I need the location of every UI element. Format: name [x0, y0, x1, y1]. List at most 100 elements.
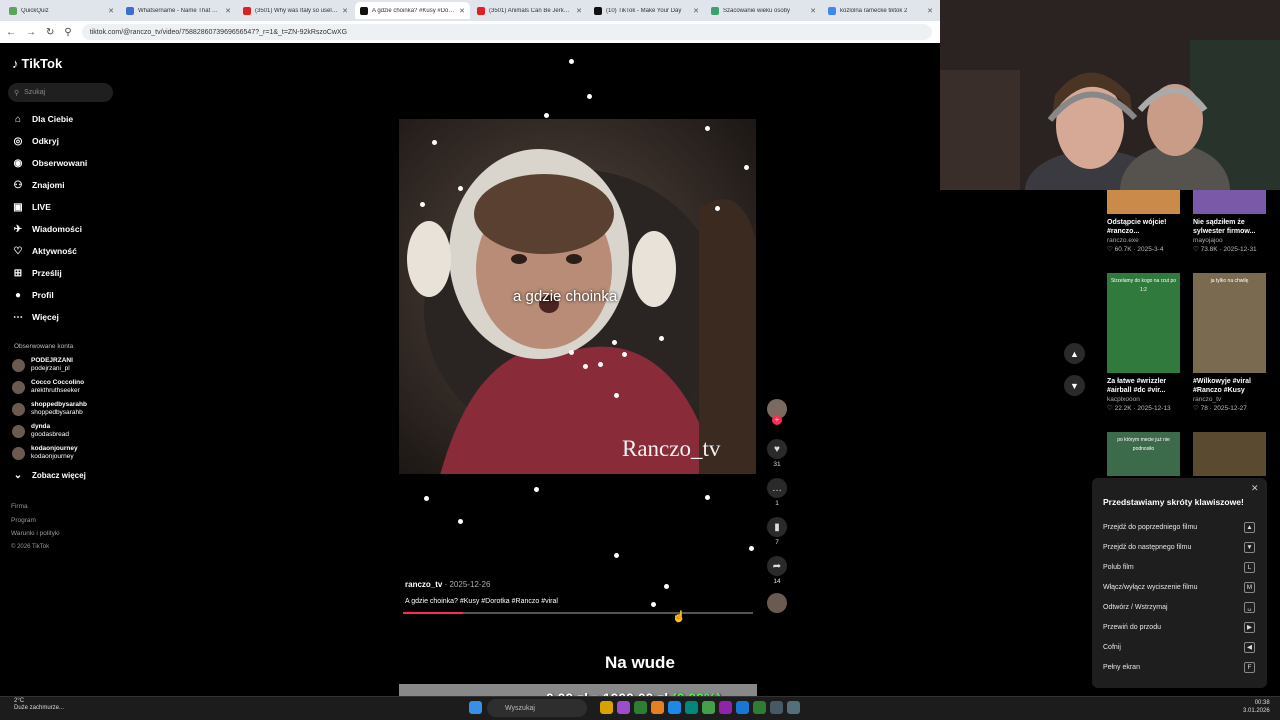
video-card[interactable]: Nie sądziłem że sylwester firmow... mayoj…	[1193, 190, 1266, 254]
sidebar-item-aktywność[interactable]: ♡ Aktywność	[12, 242, 77, 260]
browser-tab[interactable]: Szacowanie wieku osoby ✕	[706, 2, 821, 19]
previous-video-button[interactable]: ▲	[1064, 343, 1085, 364]
taskbar-app-icon[interactable]	[702, 701, 715, 714]
url-field[interactable]: tiktok.com/@ranczo_tv/video/758828607396…	[81, 24, 932, 40]
shortcut-label: Polub film	[1103, 563, 1134, 571]
taskbar-app-icon[interactable]	[668, 701, 681, 714]
sidebar-item-label: Prześlij	[32, 268, 62, 278]
sidebar-item-więcej[interactable]: ⋯ Więcej	[12, 308, 59, 326]
reload-icon[interactable]: ↻	[46, 27, 54, 38]
close-tab-icon[interactable]: ✕	[576, 7, 582, 15]
windows-start-icon[interactable]	[469, 701, 482, 714]
sidebar-item-live[interactable]: ▣ LIVE	[12, 198, 51, 216]
video-card[interactable]: Strzelamy do kogo na rzut po 1:2 Za łatwe…	[1107, 273, 1180, 413]
taskbar-app-icon[interactable]	[736, 701, 749, 714]
sidebar-item-znajomi[interactable]: ⚇ Znajomi	[12, 176, 65, 194]
forward-icon[interactable]: →	[26, 27, 36, 38]
video-progress-fill	[403, 612, 463, 614]
system-clock[interactable]: 00:38 3.01.2026	[1243, 699, 1270, 715]
taskbar-app-icon[interactable]	[651, 701, 664, 714]
footer-link[interactable]: Firma	[11, 503, 28, 510]
mouse-cursor-icon: ☝	[672, 611, 686, 623]
search-input[interactable]: ⚲ Szukaj	[8, 83, 113, 102]
followed-account[interactable]: dynda goodasbread	[12, 423, 69, 439]
followed-account[interactable]: kodaonjourney kodaonjourney	[12, 445, 78, 461]
browser-tab[interactable]: (3501) Why was Italy so useless ✕	[238, 2, 353, 19]
back-icon[interactable]: ←	[6, 27, 16, 38]
music-disc-button[interactable]	[766, 593, 788, 613]
site-info-icon[interactable]: ⚲	[64, 27, 71, 38]
close-icon[interactable]: ✕	[1251, 483, 1259, 494]
sidebar-item-prześlij[interactable]: ⊞ Prześlij	[12, 264, 62, 282]
next-video-button[interactable]: ▼	[1064, 375, 1085, 396]
like-button[interactable]: ♥ 31	[766, 439, 788, 468]
close-tab-icon[interactable]: ✕	[459, 7, 465, 15]
taskbar-app-icon[interactable]	[787, 701, 800, 714]
browser-tab[interactable]: kozlolna ramecke tiktok 2 ✕	[823, 2, 938, 19]
account-name: shoppedbysarahb	[31, 401, 87, 408]
share-button[interactable]: ➦ 14	[766, 556, 788, 585]
weather-widget[interactable]: 2°C Duże zachmurze...	[14, 698, 64, 712]
video-card-meta: ♡ 78 · 2025-12-27	[1193, 405, 1247, 412]
creator-avatar-button[interactable]: +	[766, 399, 788, 425]
snowflake	[614, 553, 619, 558]
see-more-button[interactable]: ⌄ Zobacz więcej	[12, 466, 86, 484]
sidebar-item-dla-ciebie[interactable]: ⌂ Dla Ciebie	[12, 110, 73, 128]
comment-button[interactable]: … 1	[766, 478, 788, 507]
account-name: dynda	[31, 423, 51, 430]
follow-plus-icon[interactable]: +	[772, 415, 782, 425]
video-card[interactable]: ja tylko na chwilę #Wilkowyje #viral #Ran…	[1193, 273, 1266, 413]
shortcut-item: Przejdź do następnego filmu ▼	[1103, 541, 1255, 553]
snowflake	[715, 206, 720, 211]
save-count: 7	[775, 539, 779, 546]
tab-favicon-icon	[243, 6, 251, 15]
taskbar-app-icon[interactable]	[753, 701, 766, 714]
sidebar-item-obserwowani[interactable]: ◉ Obserwowani	[12, 154, 88, 172]
footer-link[interactable]: Warunki i polityki	[11, 530, 60, 537]
video-card[interactable]: po którym mecie już nie podnosiło	[1107, 432, 1180, 480]
taskbar-app-icon[interactable]	[685, 701, 698, 714]
browser-tab[interactable]: Whatsername - Name That Tune ✕	[121, 2, 236, 19]
snowflake	[598, 362, 603, 367]
tiktok-logo[interactable]: ♪ TikTok	[12, 56, 62, 71]
video-thumbnail: Strzelamy do kogo na rzut po 1:2	[1107, 273, 1180, 373]
webcam-feed	[940, 0, 1280, 190]
video-card-author: ranczo.exe	[1107, 237, 1139, 244]
video-card[interactable]	[1193, 432, 1266, 480]
chevron-up-icon: ▲	[1070, 348, 1079, 359]
sidebar-item-wiadomości[interactable]: ✈ Wiadomości	[12, 220, 82, 238]
save-button[interactable]: ▮ 7	[766, 517, 788, 546]
browser-tab[interactable]: A gdzie choinka? #Kusy #Doroth ✕	[355, 2, 470, 19]
close-tab-icon[interactable]: ✕	[927, 7, 933, 15]
video-card-title: #Wilkowyje #viral #Ranczo #Kusy	[1193, 378, 1251, 394]
close-tab-icon[interactable]: ✕	[225, 7, 231, 15]
video-card-meta: ♡ 22.2K · 2025-12-13	[1107, 405, 1171, 412]
close-tab-icon[interactable]: ✕	[108, 7, 114, 15]
video-card[interactable]: Odstąpcie wójcie! #ranczo... ranczo.exe ♡ …	[1107, 190, 1180, 254]
followed-account[interactable]: shoppedbysarahb shoppedbysarahb	[12, 401, 87, 417]
video-author[interactable]: ranczo_tv · 2025-12-26	[405, 580, 490, 589]
sidebar-item-odkryj[interactable]: ◎ Odkryj	[12, 132, 59, 150]
followed-account[interactable]: PODEJRZANI podejrzani_pl	[12, 357, 73, 373]
close-tab-icon[interactable]: ✕	[693, 7, 699, 15]
shortcut-item: Polub film L	[1103, 561, 1255, 573]
taskbar-app-icon[interactable]	[600, 701, 613, 714]
followed-account[interactable]: Cocco Coccolino arekthruthseeker	[12, 379, 84, 395]
taskbar-app-icon[interactable]	[770, 701, 783, 714]
browser-tab[interactable]: (3501) Animals Can Be Jerks! 2 ✕	[472, 2, 587, 19]
browser-tab[interactable]: (10) TikTok - Make Your Day ✕	[589, 2, 704, 19]
sidebar-item-profil[interactable]: ● Profil	[12, 286, 54, 304]
close-tab-icon[interactable]: ✕	[810, 7, 816, 15]
sidebar-item-label: Wiadomości	[32, 224, 82, 234]
comment-count: 1	[775, 500, 779, 507]
taskbar-app-icon[interactable]	[634, 701, 647, 714]
taskbar-search[interactable]: Wyszukaj	[487, 699, 587, 717]
taskbar-app-icon[interactable]	[617, 701, 630, 714]
browser-tab[interactable]: QuickQuiz ✕	[4, 2, 119, 19]
snowflake	[420, 202, 425, 207]
close-tab-icon[interactable]: ✕	[342, 7, 348, 15]
footer-link[interactable]: Program	[11, 517, 36, 524]
taskbar-app-icon[interactable]	[719, 701, 732, 714]
video-progress-bar[interactable]	[403, 612, 753, 614]
sidebar-item-label: Profil	[32, 290, 54, 300]
